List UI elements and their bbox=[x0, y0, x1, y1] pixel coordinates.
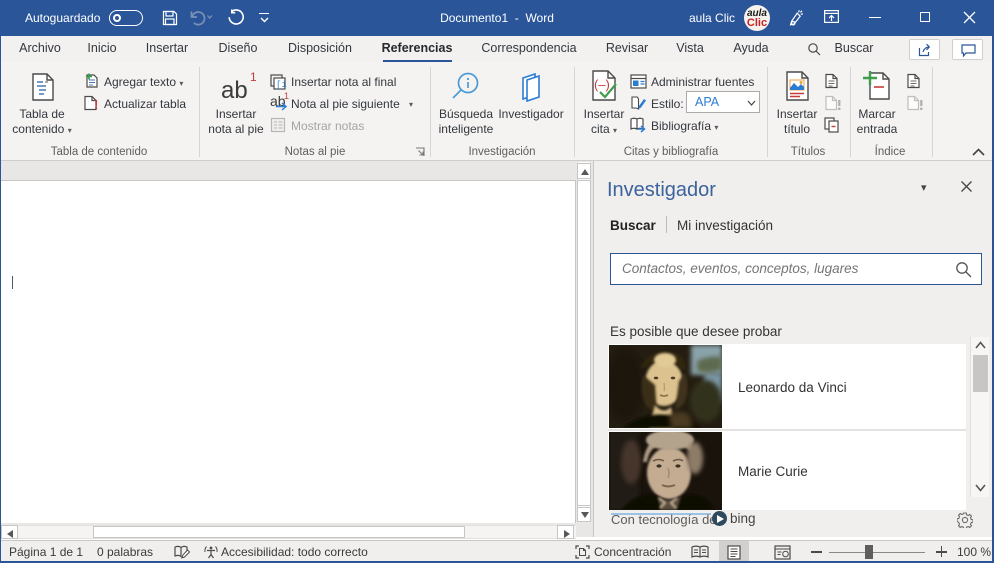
svg-text:[i]: [i] bbox=[276, 80, 287, 90]
svg-text:!: ! bbox=[94, 97, 98, 111]
svg-text:(–): (–) bbox=[594, 77, 610, 92]
